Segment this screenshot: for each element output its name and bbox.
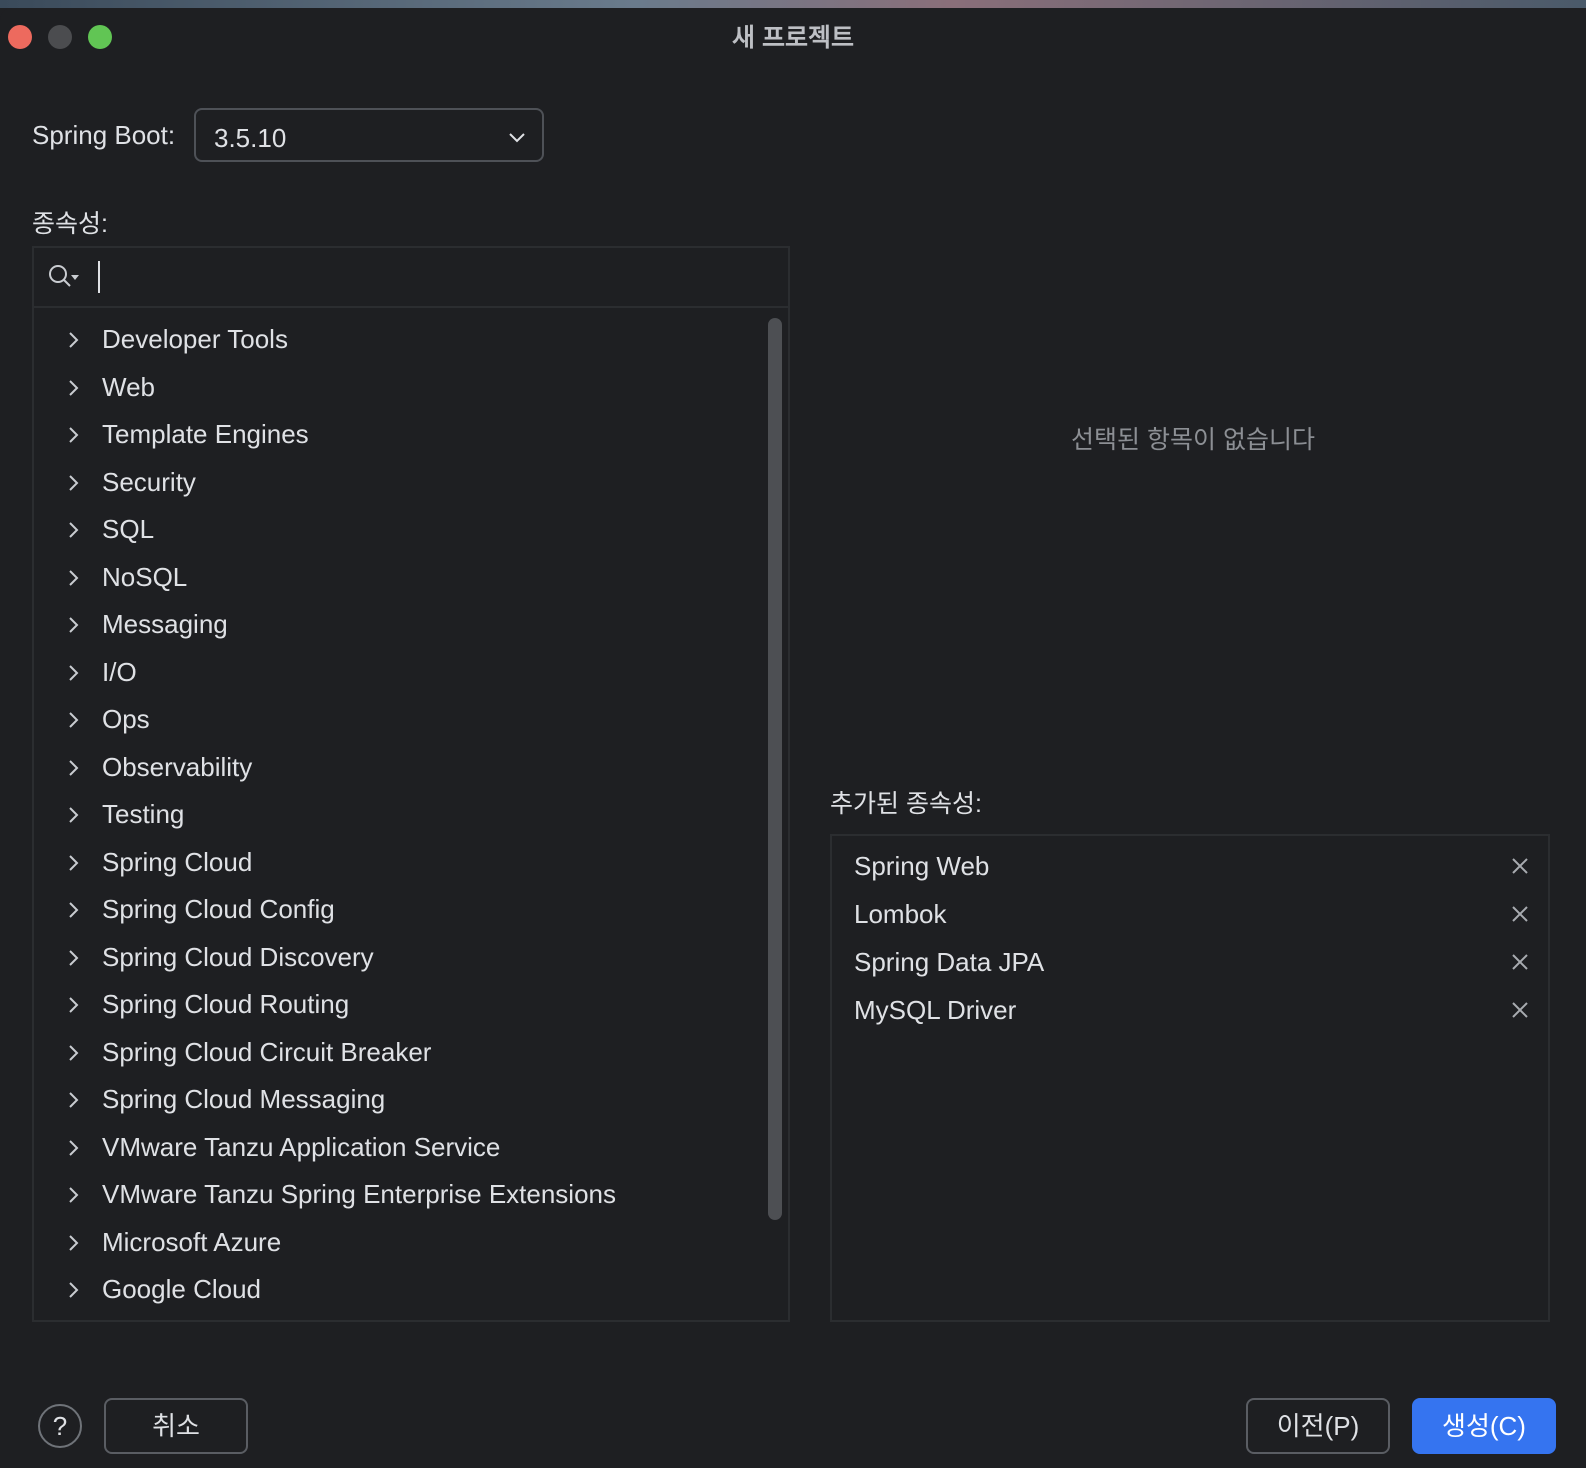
tree-item-label: Microsoft Azure (102, 1226, 282, 1257)
chevron-right-icon[interactable] (66, 568, 82, 588)
title-bar: 새 프로젝트 (0, 8, 1586, 64)
tree-item-label: Observability (102, 751, 253, 782)
added-dependency-name: Spring Web (854, 851, 990, 881)
no-selection-message: 선택된 항목이 없습니다 (1071, 426, 1315, 454)
added-dependency-item[interactable]: Spring Data JPA (832, 938, 1548, 986)
tree-item-label: I/O (102, 656, 137, 687)
tree-item[interactable]: VMware Tanzu Spring Enterprise Extension… (34, 1173, 788, 1221)
chevron-right-icon[interactable] (66, 1090, 82, 1110)
tree-item-label: Security (102, 466, 196, 497)
chevron-right-icon[interactable] (66, 473, 82, 493)
search-icon[interactable] (46, 262, 80, 292)
added-dependency-name: MySQL Driver (854, 995, 1017, 1025)
tree-item[interactable]: SQL (34, 508, 788, 556)
spring-boot-version-select[interactable]: 3.5.10 (194, 108, 544, 162)
close-icon[interactable] (1510, 856, 1530, 876)
tree-item-label: Testing (102, 799, 185, 829)
added-dependency-item[interactable]: Spring Web (832, 842, 1548, 890)
tree-item-label: Messaging (102, 609, 228, 639)
chevron-right-icon[interactable] (66, 805, 82, 825)
create-button[interactable]: 생성(C) (1412, 1398, 1556, 1454)
spring-boot-label: Spring Boot: (32, 120, 176, 150)
close-icon[interactable] (1510, 952, 1530, 972)
dependencies-tree-panel: Developer Tools Web Template Engines Securi… (32, 246, 790, 1322)
tree-item-label: Ops (102, 704, 150, 734)
help-button[interactable]: ? (38, 1404, 82, 1448)
tree-item[interactable]: Testing (34, 793, 788, 841)
dependency-search-bar[interactable] (34, 248, 788, 308)
tree-item-label: NoSQL (102, 561, 188, 592)
added-dependencies-panel: Spring Web Lombok Spring Data JPA MySQL Dri… (830, 834, 1550, 1322)
chevron-down-icon (509, 133, 525, 143)
tree-item-label: Web (102, 371, 155, 402)
tree-item-label: Spring Cloud Discovery (102, 941, 374, 972)
chevron-right-icon[interactable] (66, 900, 82, 920)
chevron-right-icon[interactable] (66, 615, 82, 635)
tree-item-label: Google Cloud (102, 1274, 261, 1304)
tree-item-label: Spring Cloud Messaging (102, 1084, 386, 1114)
tree-item[interactable]: Google Cloud (34, 1268, 788, 1316)
dependencies-label: 종속성: (32, 210, 108, 238)
added-dependency-name: Lombok (854, 899, 947, 929)
chevron-right-icon[interactable] (66, 1043, 82, 1063)
chevron-right-icon[interactable] (66, 1185, 82, 1205)
tree-item-label: Spring Cloud (102, 846, 253, 877)
tree-item[interactable]: Spring Cloud Circuit Breaker (34, 1031, 788, 1079)
tree-item[interactable]: Developer Tools (34, 318, 788, 366)
chevron-right-icon[interactable] (66, 425, 82, 445)
tree-item[interactable]: Microsoft Azure (34, 1221, 788, 1269)
chevron-right-icon[interactable] (66, 710, 82, 730)
tree-item[interactable]: Spring Cloud Routing (34, 983, 788, 1031)
tree-item[interactable]: Spring Cloud Config (34, 888, 788, 936)
added-dependency-name: Spring Data JPA (854, 947, 1045, 977)
chevron-right-icon[interactable] (66, 1280, 82, 1300)
added-dependency-item[interactable]: MySQL Driver (832, 986, 1548, 1034)
spring-boot-version-value: 3.5.10 (214, 123, 287, 153)
chevron-right-icon[interactable] (66, 853, 82, 873)
chevron-right-icon[interactable] (66, 378, 82, 398)
desktop-strip (0, 0, 1586, 8)
tree-item-label: SQL (102, 514, 155, 544)
tree-item-label: Template Engines (102, 419, 309, 449)
window-title: 새 프로젝트 (732, 24, 854, 52)
dependency-category-list: Developer Tools Web Template Engines Securi… (34, 318, 788, 1320)
tree-item[interactable]: I/O (34, 651, 788, 699)
tree-item-label: Spring Cloud Circuit Breaker (102, 1036, 432, 1067)
added-dependencies-label: 추가된 종속성: (830, 790, 982, 818)
chevron-right-icon[interactable] (66, 663, 82, 683)
tree-item[interactable]: Web (34, 366, 788, 414)
added-dependencies-list: Spring Web Lombok Spring Data JPA MySQL Dri… (832, 842, 1548, 1034)
chevron-right-icon[interactable] (66, 948, 82, 968)
chevron-right-icon[interactable] (66, 520, 82, 540)
tree-item[interactable]: Ops (34, 698, 788, 746)
tree-item-label: Developer Tools (102, 324, 288, 354)
close-icon[interactable] (1510, 1000, 1530, 1020)
tree-item[interactable]: Observability (34, 746, 788, 794)
tree-item-label: VMware Tanzu Application Service (102, 1131, 501, 1162)
chevron-right-icon[interactable] (66, 330, 82, 350)
tree-item[interactable]: Template Engines (34, 413, 788, 461)
tree-scrollbar[interactable] (768, 318, 782, 1220)
tree-item-label: Spring Cloud Routing (102, 989, 350, 1019)
tree-item[interactable]: NoSQL (34, 556, 788, 604)
previous-button[interactable]: 이전(P) (1246, 1398, 1390, 1454)
tree-item-label: Spring Cloud Config (102, 894, 335, 924)
tree-item[interactable]: Messaging (34, 603, 788, 651)
close-icon[interactable] (1510, 904, 1530, 924)
dependency-search-input[interactable] (102, 256, 706, 300)
tree-item[interactable]: Spring Cloud Messaging (34, 1078, 788, 1126)
chevron-right-icon[interactable] (66, 1138, 82, 1158)
new-project-dialog: 새 프로젝트 Spring Boot: 3.5.10 종속성: Develope… (0, 8, 1586, 1468)
cancel-button[interactable]: 취소 (104, 1398, 248, 1454)
tree-item[interactable]: Spring Cloud (34, 841, 788, 889)
chevron-right-icon[interactable] (66, 1233, 82, 1253)
chevron-right-icon[interactable] (66, 758, 82, 778)
tree-item[interactable]: VMware Tanzu Application Service (34, 1126, 788, 1174)
tree-item[interactable]: Security (34, 461, 788, 509)
text-cursor (98, 261, 100, 293)
tree-item[interactable]: Spring Cloud Discovery (34, 936, 788, 984)
chevron-right-icon[interactable] (66, 995, 82, 1015)
added-dependency-item[interactable]: Lombok (832, 890, 1548, 938)
tree-item-label: VMware Tanzu Spring Enterprise Extension… (102, 1179, 616, 1209)
